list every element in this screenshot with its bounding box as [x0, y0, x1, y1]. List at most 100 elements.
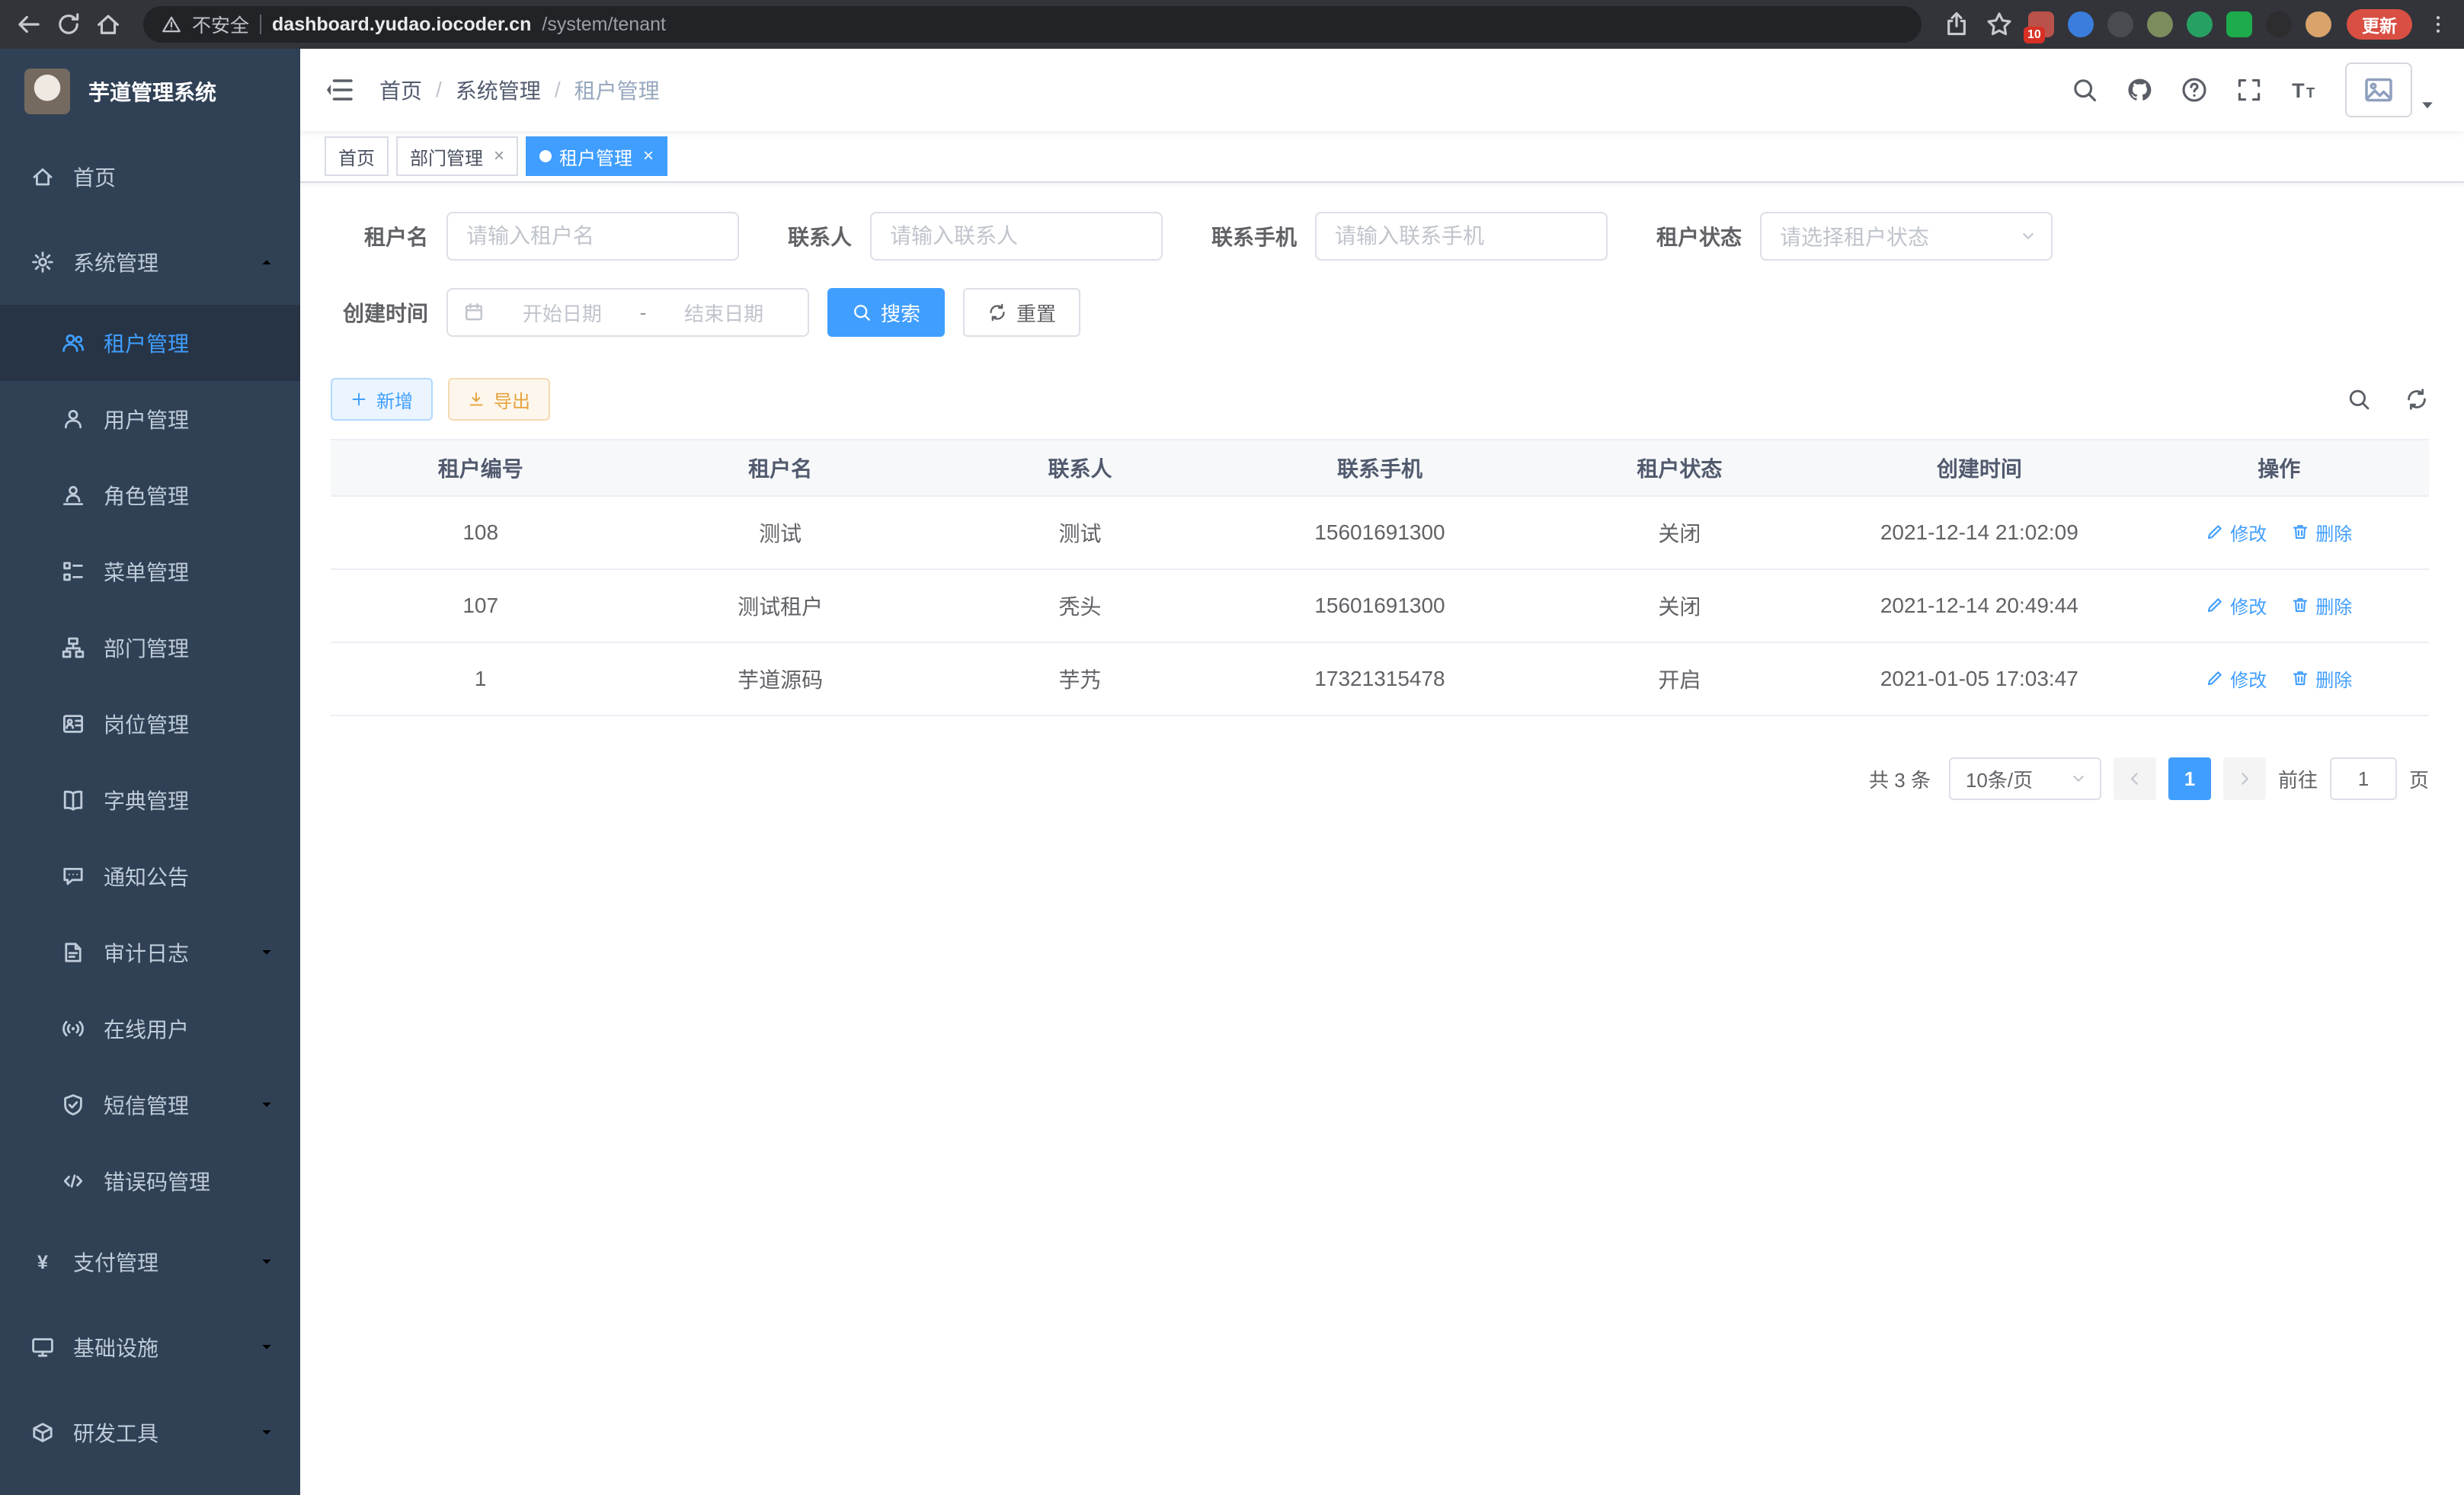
extension-green-square-icon[interactable]: [2226, 11, 2252, 37]
edit-label: 修改: [2230, 592, 2267, 619]
page-size-select[interactable]: 10条/页: [1949, 757, 2101, 800]
status-select[interactable]: 请选择租户状态: [1760, 212, 2053, 261]
share-icon[interactable]: [1943, 11, 1970, 38]
edit-button[interactable]: 修改: [2206, 519, 2267, 546]
code-icon: [61, 1169, 85, 1193]
filter-create-time: 创建时间 开始日期 - 结束日期: [331, 288, 809, 337]
reset-button[interactable]: 重置: [963, 288, 1080, 337]
start-date-placeholder: 开始日期: [494, 299, 631, 327]
sidebar-item-online[interactable]: 在线用户: [0, 991, 300, 1067]
user-avatar-dropdown[interactable]: [2345, 62, 2437, 117]
navbar-right: TT: [2071, 62, 2437, 117]
column-header-4: 租户状态: [1530, 440, 1829, 496]
update-button[interactable]: 更新: [2347, 9, 2412, 40]
extension-tan-avatar-icon[interactable]: [2306, 11, 2331, 37]
svg-text:T: T: [2292, 79, 2305, 102]
font-size-icon[interactable]: TT: [2290, 76, 2318, 104]
extension-red-icon[interactable]: 10: [2028, 11, 2054, 37]
sidebar-item-infra[interactable]: 基础设施: [0, 1305, 300, 1390]
edit-button[interactable]: 修改: [2206, 665, 2267, 692]
browser-menu-icon[interactable]: [2427, 11, 2449, 38]
cell-created: 2021-12-14 21:02:09: [1829, 496, 2129, 569]
sidebar-item-user[interactable]: 用户管理: [0, 381, 300, 457]
security-label[interactable]: 不安全: [192, 11, 249, 38]
sidebar-item-errcode[interactable]: 错误码管理: [0, 1143, 300, 1219]
sidebar-item-dict[interactable]: 字典管理: [0, 762, 300, 838]
tab-item-1[interactable]: 部门管理 ×: [396, 136, 518, 176]
help-icon[interactable]: [2181, 76, 2208, 104]
sidebar-item-home[interactable]: 首页: [0, 134, 300, 219]
sidebar-item-notice[interactable]: 通知公告: [0, 838, 300, 914]
sidebar-item-dept[interactable]: 部门管理: [0, 610, 300, 686]
search-icon[interactable]: [2071, 76, 2098, 104]
refresh-table-button[interactable]: [2405, 387, 2429, 411]
table-row: 1芋道源码芋艿17321315478开启2021-01-05 17:03:47修…: [331, 642, 2429, 715]
sidebar-item-menu[interactable]: 菜单管理: [0, 533, 300, 610]
status-select-placeholder: 请选择租户状态: [1780, 221, 1929, 251]
search-button[interactable]: 搜索: [827, 288, 945, 337]
close-tab-icon[interactable]: ×: [494, 147, 504, 165]
logo-image: [24, 69, 70, 114]
delete-button[interactable]: 删除: [2291, 519, 2352, 546]
sidebar-item-role[interactable]: 角色管理: [0, 457, 300, 533]
date-range-picker[interactable]: 开始日期 - 结束日期: [446, 288, 809, 337]
delete-button[interactable]: 删除: [2291, 665, 2352, 692]
add-button[interactable]: 新增: [331, 378, 433, 421]
github-icon[interactable]: [2126, 76, 2153, 104]
cell-contact: 测试: [930, 496, 1230, 569]
sidebar-item-label: 在线用户: [104, 1013, 276, 1044]
address-bar[interactable]: 不安全 dashboard.yudao.iocoder.cn/system/te…: [143, 6, 1922, 43]
sidebar-item-audit[interactable]: 审计日志: [0, 914, 300, 991]
sidebar-item-label: 通知公告: [104, 861, 276, 892]
hamburger-icon[interactable]: [325, 75, 355, 105]
sidebar-item-system[interactable]: 系统管理: [0, 219, 300, 305]
fullscreen-icon[interactable]: [2235, 76, 2263, 104]
extensions-area: 10: [2028, 11, 2331, 37]
tab-label: 首页: [338, 143, 375, 170]
extension-blue-icon[interactable]: [2068, 11, 2094, 37]
app-logo[interactable]: 芋道管理系统: [0, 49, 300, 134]
bookmark-star-icon[interactable]: [1986, 11, 2013, 38]
filter-phone: 联系手机: [1211, 212, 1608, 261]
cell-actions: 修改删除: [2130, 496, 2429, 569]
browser-back-button[interactable]: [15, 11, 43, 38]
sidebar-item-label: 基础设施: [73, 1332, 239, 1362]
column-header-3: 联系手机: [1230, 440, 1529, 496]
export-button[interactable]: 导出: [448, 378, 550, 421]
breadcrumb-item-1[interactable]: 系统管理: [456, 75, 541, 105]
extension-olive-icon[interactable]: [2147, 11, 2173, 37]
tenant-table: 租户编号租户名联系人联系手机租户状态创建时间操作 108测试测试15601691…: [331, 439, 2429, 716]
delete-button[interactable]: 删除: [2291, 592, 2352, 619]
page-number-button[interactable]: 1: [2168, 757, 2211, 800]
toggle-search-button[interactable]: [2347, 387, 2371, 411]
phone-input[interactable]: [1315, 212, 1608, 261]
sidebar-item-sms[interactable]: 短信管理: [0, 1067, 300, 1143]
sidebar-item-tenant[interactable]: 租户管理: [0, 305, 300, 381]
sidebar-item-pay[interactable]: ¥支付管理: [0, 1219, 300, 1305]
next-page-button[interactable]: [2223, 757, 2266, 800]
tab-label: 部门管理: [410, 143, 483, 170]
tab-item-0[interactable]: 首页: [325, 136, 389, 176]
cell-contact: 芋艿: [930, 642, 1230, 715]
breadcrumb-item-0[interactable]: 首页: [379, 75, 422, 105]
sidebar-item-tool[interactable]: 研发工具: [0, 1390, 300, 1475]
close-tab-icon[interactable]: ×: [643, 147, 654, 165]
prev-page-button[interactable]: [2114, 757, 2156, 800]
avatar: [2345, 62, 2412, 117]
sidebar-item-post[interactable]: 岗位管理: [0, 686, 300, 762]
tenant-name-input[interactable]: [446, 212, 739, 261]
edit-button[interactable]: 修改: [2206, 592, 2267, 619]
tab-item-2[interactable]: 租户管理×: [526, 136, 667, 176]
extension-black-knot-icon[interactable]: [2266, 11, 2292, 37]
browser-home-button[interactable]: [94, 11, 122, 38]
extension-green-circle-icon[interactable]: [2187, 11, 2213, 37]
app-title: 芋道管理系统: [88, 76, 216, 107]
contact-input[interactable]: [870, 212, 1163, 261]
phone-label: 联系手机: [1211, 221, 1297, 251]
page-jump-input[interactable]: [2330, 757, 2397, 800]
tenant-page: 租户名 联系人 联系手机 租户状态 请选择租户状态: [300, 183, 2464, 1495]
plus-icon: [350, 391, 367, 408]
browser-reload-button[interactable]: [55, 11, 82, 38]
cell-name: 测试租户: [630, 569, 930, 642]
extension-dark-ring-icon[interactable]: [2107, 11, 2133, 37]
